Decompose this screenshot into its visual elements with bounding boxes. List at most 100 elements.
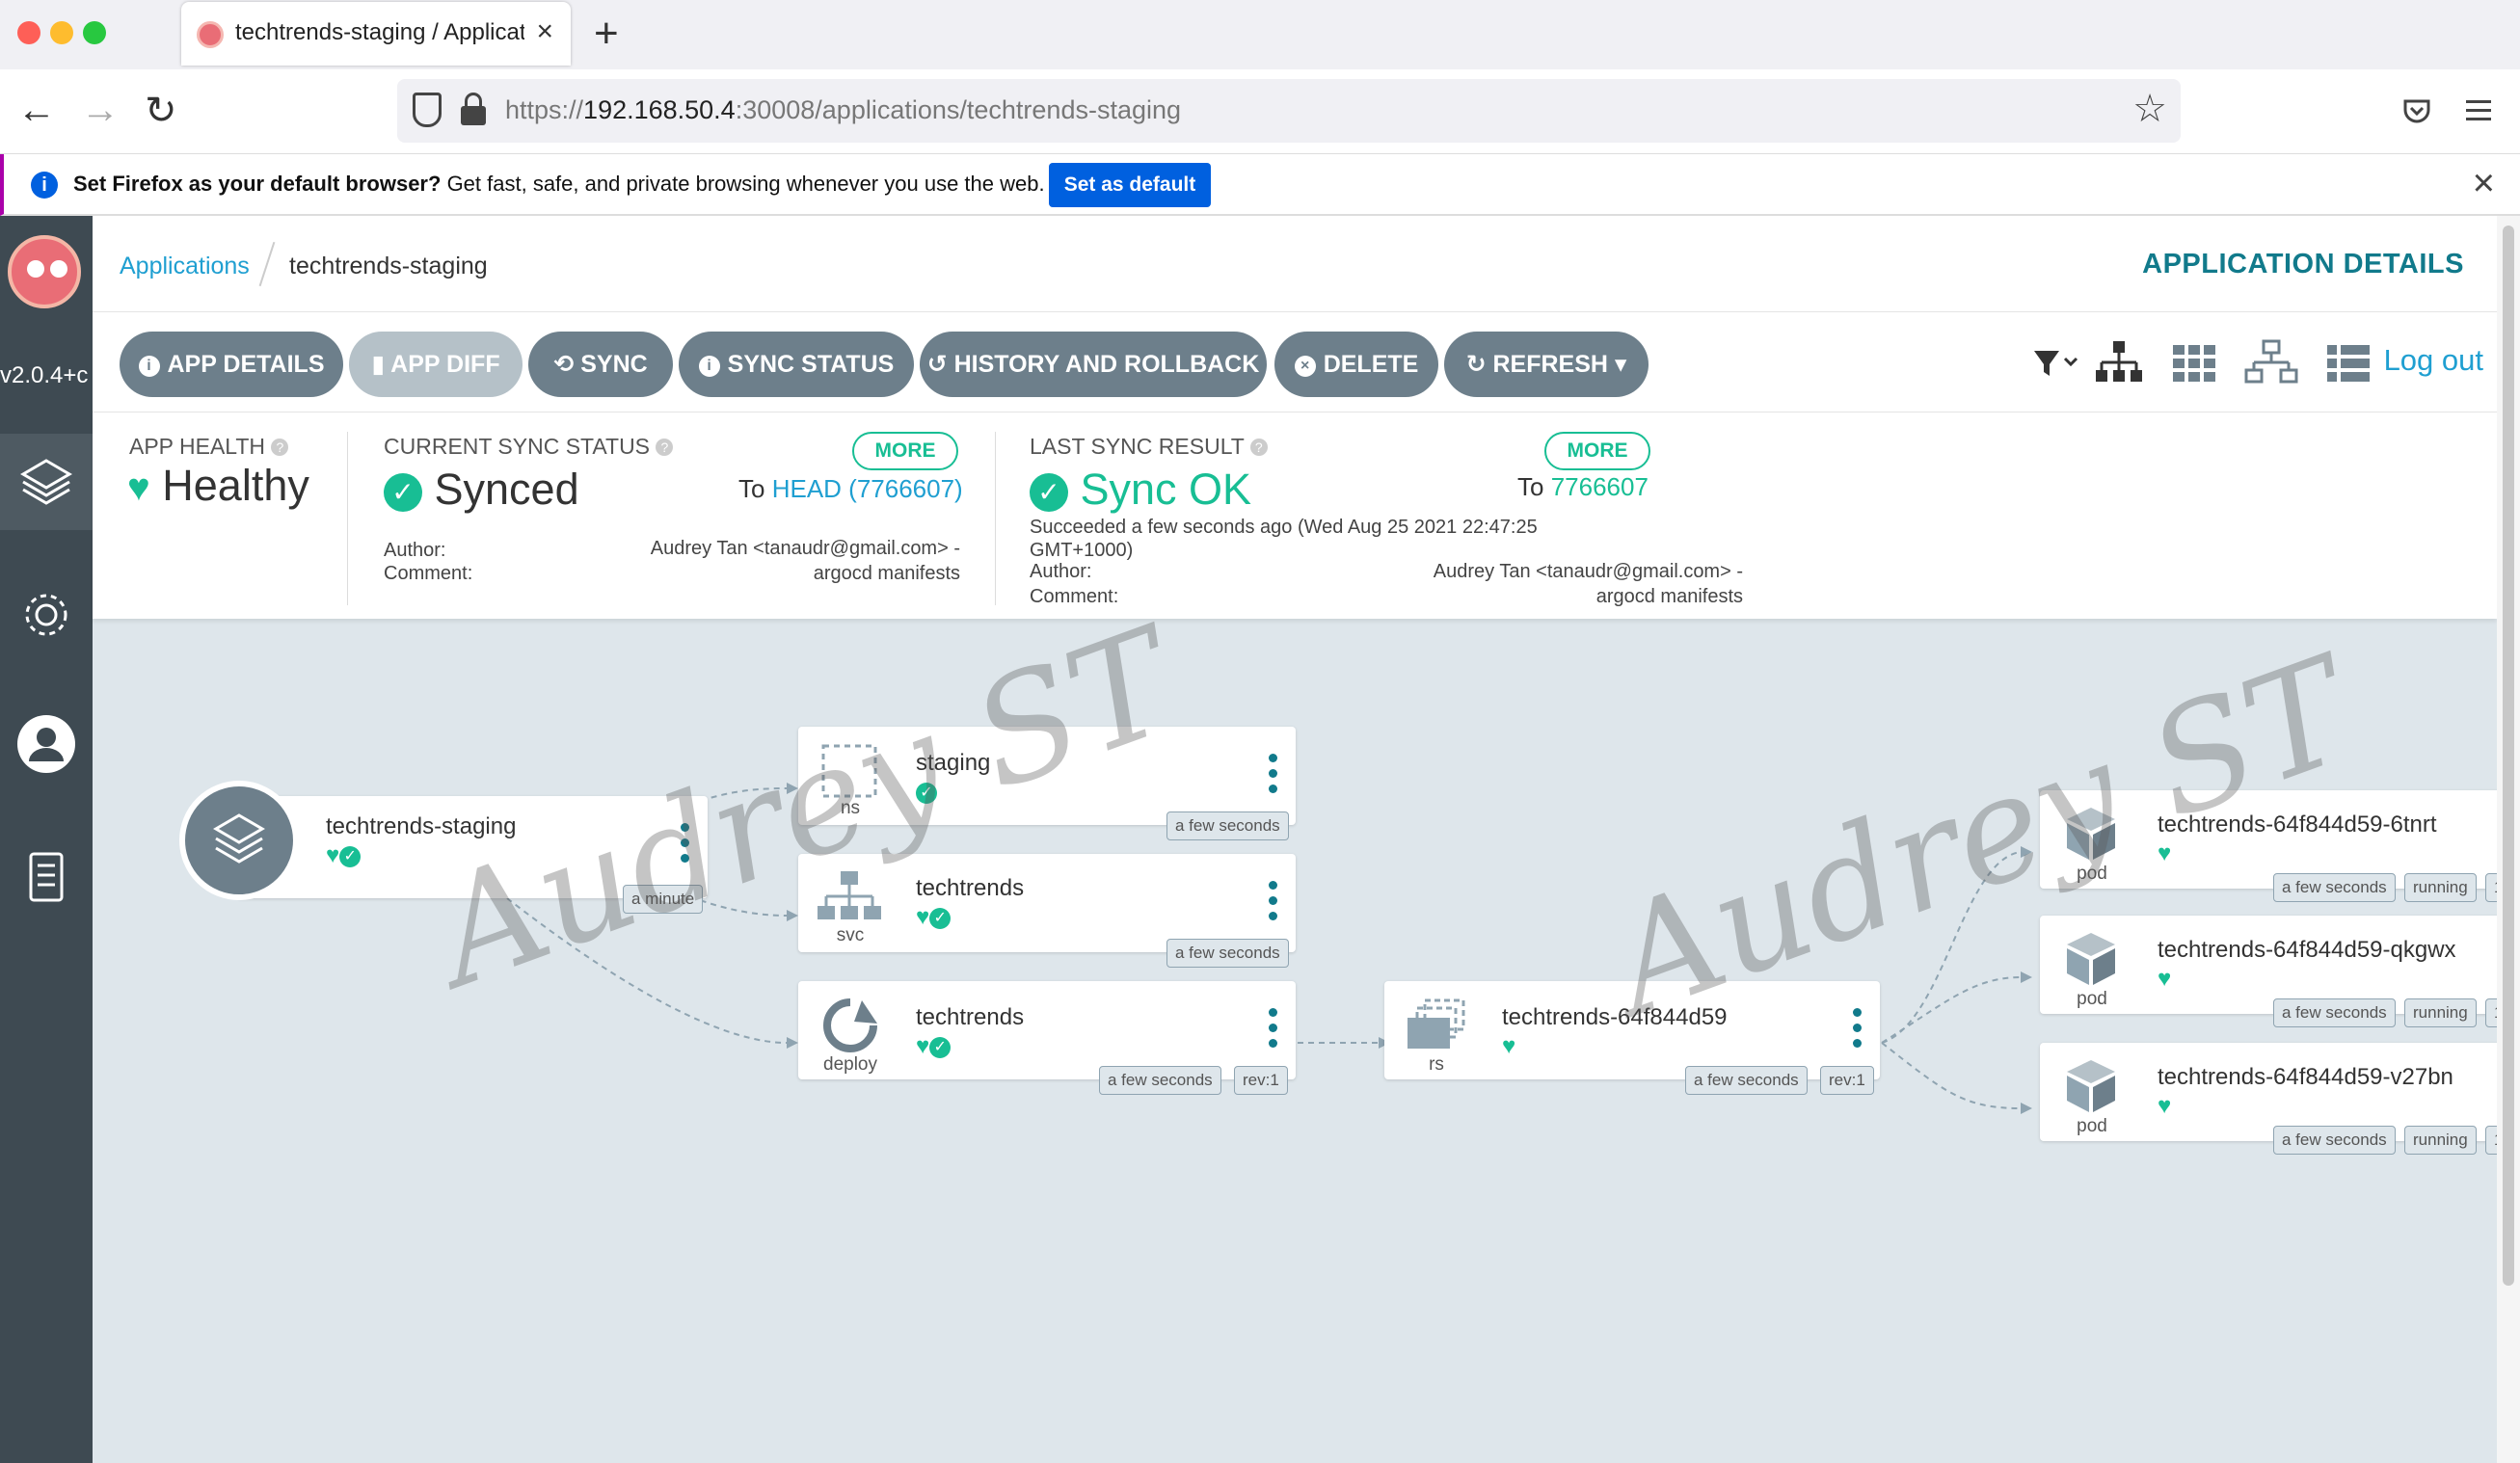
replicaset-icon [1407,998,1465,1049]
forward-arrow-icon[interactable]: → [81,89,120,132]
healthy-heart-icon: ♥ [2158,966,2172,992]
delete-button[interactable]: × DELETE [1274,332,1438,397]
documentation-icon[interactable] [13,844,79,910]
last-sync-comment: argocd manifests [1595,586,1743,607]
pod-node[interactable]: pod techtrends-64f844d59-v27bn ♥ a few s… [2040,1043,2520,1155]
current-sync-label: CURRENT SYNC STATUS ? [384,434,674,460]
healthy-heart-icon: ♥ [1502,1033,1516,1059]
chevron-down-icon: ▾ [1607,351,1627,378]
replicaset-node[interactable]: rs techtrends-64f844d59 ♥ a few seconds … [1384,981,1880,1095]
sync-more-button[interactable]: MORE [852,432,958,470]
sync-button[interactable]: ⟲ SYNC [528,332,673,397]
tree-view-icon[interactable] [2090,333,2148,391]
node-menu-icon[interactable] [1269,1008,1278,1051]
reload-icon[interactable]: ↻ [145,89,177,133]
settings-gear-icon[interactable] [13,582,79,648]
tab-title: techtrends-staging / Applications [235,19,524,45]
url-bar[interactable]: https://192.168.50.4:30008/applications/… [397,79,2181,143]
app-details-button[interactable]: i APP DETAILS [120,332,343,397]
refresh-button[interactable]: ↻ REFRESH ▾ [1444,332,1649,397]
close-notification-icon[interactable]: × [2473,162,2495,205]
application-details-page: Applications techtrends-staging APPLICAT… [93,216,2520,1463]
node-menu-icon[interactable] [1269,881,1278,923]
argo-logo-icon[interactable] [8,235,81,308]
new-tab-icon[interactable]: + [594,10,619,58]
sync-ok-check-icon: ✓ [1030,473,1068,513]
delete-label: DELETE [1323,351,1419,378]
namespace-node[interactable]: ns staging ✓ a few seconds [798,727,1296,840]
last-sync-revision-link[interactable]: 7766607 [1551,472,1649,501]
close-window-button[interactable] [17,21,40,44]
browser-tab[interactable]: techtrends-staging / Applications × [181,2,571,66]
deployment-node[interactable]: deploy techtrends ♥ ✓ a few seconds rev:1 [798,981,1296,1095]
tab-bar: techtrends-staging / Applications × + [0,0,2520,69]
pod-state-tag: running [2404,1126,2477,1155]
breadcrumb-current: techtrends-staging [289,253,488,279]
node-kind-deploy: deploy [823,1054,877,1075]
version-label: v2.0.4+c [0,362,89,388]
age-tag: a few seconds [1166,939,1289,968]
last-comment-label: Comment: [1030,586,1119,607]
sync-status-button[interactable]: i SYNC STATUS [679,332,914,397]
pocket-icon[interactable] [2402,96,2431,125]
url-text[interactable]: https://192.168.50.4:30008/applications/… [505,95,1181,125]
list-view-icon[interactable] [2321,333,2375,391]
menu-icon[interactable] [2464,94,2493,127]
breadcrumb-applications-link[interactable]: Applications [120,253,250,280]
user-account-icon[interactable] [13,711,79,777]
vertical-scrollbar[interactable] [2497,216,2520,1463]
synced-check-icon: ✓ [929,1036,952,1058]
app-node[interactable]: techtrends-staging ♥ ✓ a minute [237,796,708,914]
app-node-icon[interactable] [179,781,299,900]
age-tag: a few seconds [1099,1066,1221,1095]
last-sync-more-button[interactable]: MORE [1544,432,1650,470]
back-arrow-icon[interactable]: ← [17,89,56,132]
help-icon[interactable]: ? [1249,439,1268,456]
rs-node-name: techtrends-64f844d59 [1502,1004,1728,1030]
applications-layers-icon[interactable] [13,447,79,513]
layers-icon [213,813,265,864]
notification-message: Set Firefox as your default browser? Get… [73,172,1045,196]
node-kind-pod: pod [2077,864,2107,884]
history-rollback-button[interactable]: ↺ HISTORY AND ROLLBACK [920,332,1267,397]
pod-cube-icon [2067,808,2115,860]
pod-node[interactable]: pod techtrends-64f844d59-6tnrt ♥ a few s… [2040,790,2520,902]
sync-icon: ⟲ [553,351,581,378]
close-tab-icon[interactable]: × [536,15,553,48]
edge-app-deploy [506,897,788,1044]
node-menu-icon[interactable] [681,823,690,865]
app-diff-button[interactable]: ▮ APP DIFF [349,332,523,397]
shield-icon[interactable] [413,93,442,127]
filter-icon[interactable] [2030,333,2080,391]
grid-view-icon[interactable] [2167,333,2221,391]
node-menu-icon[interactable] [1269,754,1278,796]
pod-node[interactable]: pod techtrends-64f844d59-qkgwx ♥ a few s… [2040,916,2520,1027]
file-icon: ▮ [371,351,391,378]
healthy-heart-icon: ♥ [2158,840,2172,866]
node-menu-icon[interactable] [1853,1008,1863,1051]
bookmark-star-icon[interactable]: ☆ [2132,87,2167,131]
help-icon[interactable]: ? [656,439,674,456]
app-health-label: APP HEALTH ? [129,434,289,460]
set-as-default-button[interactable]: Set as default [1049,163,1211,207]
sync-author-label: Author: [384,540,446,561]
deploy-node-status: ♥ ✓ [916,1033,952,1060]
lock-icon[interactable] [461,93,486,127]
node-kind-svc: svc [836,925,865,945]
service-node[interactable]: svc techtrends ♥ ✓ a few seconds [798,854,1296,968]
service-network-icon [818,871,881,919]
sync-revision-link[interactable]: HEAD (7766607) [772,474,963,503]
help-icon[interactable]: ? [271,439,289,456]
scrollbar-thumb[interactable] [2503,226,2514,1286]
logout-link[interactable]: Log out [2384,343,2483,378]
edge-rs-pod1 [1881,851,2022,1044]
top-bar: Applications techtrends-staging APPLICAT… [93,216,2497,312]
network-view-icon[interactable] [2242,333,2300,391]
edge-rs-pod3 [1881,1042,2022,1109]
refresh-icon: ↻ [1465,351,1493,378]
svc-node-name: techtrends [916,875,1025,901]
healthy-heart-icon: ♥ [2158,1093,2172,1119]
minimize-window-button[interactable] [50,21,73,44]
maximize-window-button[interactable] [83,21,106,44]
deployment-rotate-icon [823,998,877,1052]
